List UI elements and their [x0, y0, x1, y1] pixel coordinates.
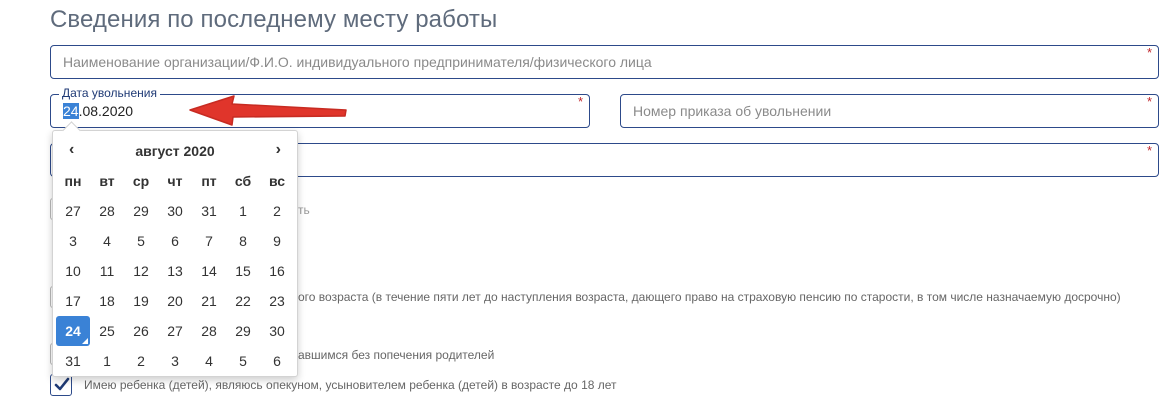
calendar-day[interactable]: 25 [90, 316, 124, 346]
child-checkbox[interactable] [50, 374, 72, 396]
pre-retirement-label-fragment: ого возраста (в течение пяти лет до наст… [298, 290, 1121, 304]
weekday-label: сб [234, 173, 252, 189]
week-row: 24 25 26 27 28 29 30 [56, 316, 294, 346]
required-mark: * [1146, 143, 1152, 158]
calendar-day[interactable]: 1 [226, 196, 260, 226]
week-row: 27 28 29 30 31 1 2 [56, 196, 294, 226]
weekday-label: вс [268, 173, 286, 189]
checkbox-1-label-fragment: ть [298, 203, 310, 217]
calendar-day[interactable]: 2 [260, 196, 294, 226]
calendar-day[interactable]: 22 [226, 286, 260, 316]
calendar-day[interactable]: 3 [56, 226, 90, 256]
organization-name-placeholder: Наименование организации/Ф.И.О. индивиду… [63, 54, 652, 70]
child-checkbox-label: Имею ребенка (детей), являюсь опекуном, … [84, 378, 617, 392]
calendar-day[interactable]: 5 [124, 226, 158, 256]
required-mark: * [577, 94, 583, 109]
calendar-day[interactable]: 21 [192, 286, 226, 316]
check-icon [54, 377, 70, 391]
calendar-day[interactable]: 20 [158, 286, 192, 316]
calendar-day-selected[interactable]: 24 [56, 316, 90, 346]
week-row: 3 4 5 6 7 8 9 [56, 226, 294, 256]
calendar-day[interactable]: 4 [192, 346, 226, 376]
dismissal-date-day-selection: 24 [63, 103, 79, 119]
calendar-day[interactable]: 9 [260, 226, 294, 256]
calendar-day[interactable]: 6 [260, 346, 294, 376]
section-title: Сведения по последнему месту работы [50, 6, 498, 33]
calendar-day[interactable]: 29 [226, 316, 260, 346]
dismissal-order-number-field[interactable]: Номер приказа об увольнении * [620, 94, 1159, 128]
calendar-day[interactable]: 28 [192, 316, 226, 346]
weekday-row: пн вт ср чт пт сб вс [56, 166, 294, 196]
weekday-label: пт [201, 173, 217, 189]
calendar-day[interactable]: 31 [192, 196, 226, 226]
dismissal-date-field[interactable]: Дата увольнения 24.08.2020 * [50, 86, 590, 128]
calendar-day[interactable]: 1 [90, 346, 124, 376]
calendar-day[interactable]: 6 [158, 226, 192, 256]
calendar-day[interactable]: 18 [90, 286, 124, 316]
week-row: 10 11 12 13 14 15 16 [56, 256, 294, 286]
calendar-day[interactable]: 4 [90, 226, 124, 256]
calendar-day[interactable]: 13 [158, 256, 192, 286]
dismissal-date-legend: Дата увольнения [59, 86, 160, 100]
calendar-day[interactable]: 28 [90, 196, 124, 226]
weekday-label: пн [64, 173, 82, 189]
calendar-day[interactable]: 19 [124, 286, 158, 316]
calendar-day[interactable]: 29 [124, 196, 158, 226]
dismissal-date-month-year: .08.2020 [78, 103, 134, 119]
month-label[interactable]: август 2020 [53, 143, 297, 159]
calendar-day[interactable]: 8 [226, 226, 260, 256]
calendar-day[interactable]: 30 [260, 316, 294, 346]
weekday-label: чт [167, 173, 183, 189]
calendar-day[interactable]: 26 [124, 316, 158, 346]
calendar-day[interactable]: 15 [226, 256, 260, 286]
calendar-day[interactable]: 27 [158, 316, 192, 346]
calendar-day[interactable]: 16 [260, 256, 294, 286]
calendar-day[interactable]: 23 [260, 286, 294, 316]
weekday-label: ср [132, 173, 150, 189]
calendar-day[interactable]: 2 [124, 346, 158, 376]
dismissal-order-number-placeholder: Номер приказа об увольнении [633, 103, 832, 119]
orphan-label-fragment: авшимся без попечения родителей [298, 348, 495, 362]
week-row: 17 18 19 20 21 22 23 [56, 286, 294, 316]
calendar-day[interactable]: 10 [56, 256, 90, 286]
required-mark: * [1146, 45, 1152, 60]
calendar-grid: пн вт ср чт пт сб вс 27 28 29 30 31 1 2 … [56, 166, 294, 376]
datepicker-popup: ‹ август 2020 › пн вт ср чт пт сб вс 27 … [52, 121, 298, 377]
weekday-label: вт [99, 173, 115, 189]
next-month-button[interactable]: › [276, 141, 281, 159]
calendar-day[interactable]: 3 [158, 346, 192, 376]
dismissal-date-value: 24.08.2020 [63, 103, 133, 119]
calendar-day[interactable]: 11 [90, 256, 124, 286]
required-mark: * [1146, 94, 1152, 109]
calendar-day[interactable]: 12 [124, 256, 158, 286]
calendar-day[interactable]: 5 [226, 346, 260, 376]
calendar-day[interactable]: 14 [192, 256, 226, 286]
datepicker-header: ‹ август 2020 › [53, 139, 297, 163]
calendar-day[interactable]: 31 [56, 346, 90, 376]
calendar-day[interactable]: 7 [192, 226, 226, 256]
week-row: 31 1 2 3 4 5 6 [56, 346, 294, 376]
calendar-day[interactable]: 27 [56, 196, 90, 226]
calendar-day[interactable]: 30 [158, 196, 192, 226]
calendar-day[interactable]: 17 [56, 286, 90, 316]
organization-name-field[interactable]: Наименование организации/Ф.И.О. индивиду… [50, 45, 1159, 79]
